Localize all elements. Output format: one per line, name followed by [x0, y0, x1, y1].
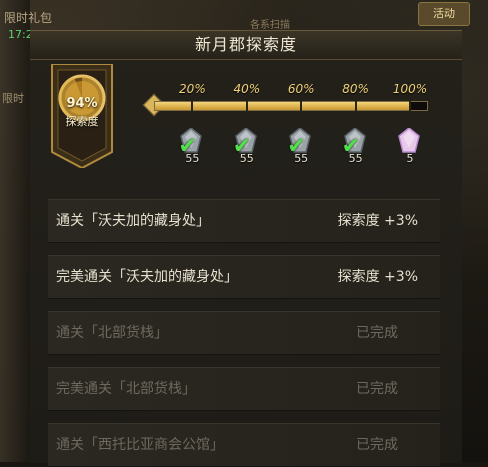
task-row[interactable]: 完美通关「沃夫加的藏身处」 探索度 +3% — [48, 255, 440, 299]
milestone-tick — [191, 101, 194, 111]
task-name: 完美通关「北部货栈」 — [56, 381, 196, 397]
gift-pack-label: 限时礼包 — [4, 11, 53, 25]
left-sidebar-strip — [0, 0, 30, 462]
task-status: 已完成 — [356, 437, 398, 453]
milestone-label: 100% — [392, 82, 428, 96]
milestone-tick — [354, 101, 357, 111]
task-name: 通关「西托比亚商会公馆」 — [56, 437, 224, 453]
milestone-reward[interactable]: ✔ 55 — [338, 124, 374, 168]
milestone-reward[interactable]: ✔ 55 — [229, 124, 265, 168]
milestone-label: 60% — [287, 82, 315, 96]
milestone-reward[interactable]: ✔ 55 — [174, 124, 210, 168]
task-reward: 探索度 +3% — [337, 269, 418, 285]
task-status: 已完成 — [356, 325, 398, 341]
milestone-tick — [300, 101, 303, 111]
milestone-label: 20% — [179, 82, 206, 96]
task-row[interactable]: 完美通关「北部货栈」 已完成 — [48, 367, 440, 411]
reward-count: 55 — [239, 152, 254, 165]
milestone-reward[interactable]: ✔ 55 — [283, 124, 319, 168]
task-name: 通关「北部货栈」 — [56, 325, 168, 341]
reward-count: 55 — [294, 152, 309, 165]
milestone-tick — [245, 101, 248, 111]
progress-fill — [155, 102, 411, 110]
limited-label[interactable]: 限时 — [2, 90, 24, 106]
activity-button[interactable]: 活动 — [418, 2, 470, 26]
page-title: 新月郡探索度 — [194, 35, 297, 54]
reward-count: 55 — [185, 152, 200, 165]
exploration-percent: 94% — [66, 96, 98, 111]
milestone-label: 80% — [342, 82, 369, 96]
task-row[interactable]: 通关「北部货栈」 已完成 — [48, 311, 440, 355]
milestone-tick — [409, 101, 411, 111]
task-name: 完美通关「沃夫加的藏身处」 — [56, 269, 238, 285]
task-name: 通关「沃夫加的藏身处」 — [56, 213, 210, 229]
exploration-progress-bar — [154, 101, 428, 111]
reward-count: 5 — [406, 152, 414, 165]
task-row[interactable]: 通关「西托比亚商会公馆」 已完成 — [48, 423, 440, 467]
milestone-label: 40% — [233, 82, 261, 96]
milestone-reward[interactable]: 5 — [392, 124, 428, 168]
prism-gem-icon — [398, 128, 420, 153]
reward-count: 55 — [348, 152, 363, 165]
background-news-text: 各系扫描 — [250, 20, 290, 31]
task-row[interactable]: 通关「沃夫加的藏身处」 探索度 +3% — [48, 199, 440, 243]
task-status: 已完成 — [356, 381, 398, 397]
exploration-label: 探索度 — [65, 115, 99, 128]
task-reward: 探索度 +3% — [337, 213, 418, 229]
